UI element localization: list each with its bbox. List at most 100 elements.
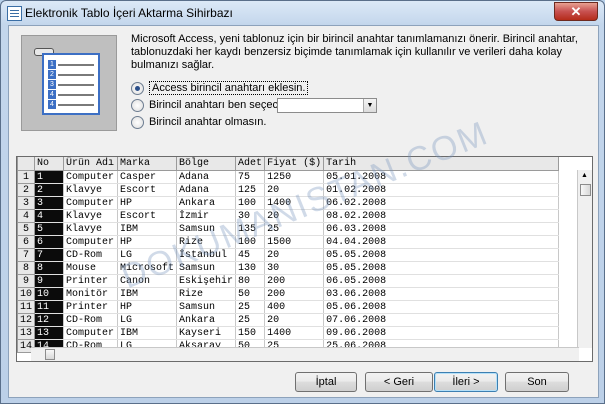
table-cell: CD-Rom — [63, 313, 119, 327]
radio-icon[interactable] — [131, 115, 144, 129]
table-cell: 10 — [34, 287, 65, 301]
table-cell: Ankara — [176, 196, 237, 210]
table-cell: Computer — [63, 326, 119, 340]
table-cell: 150 — [235, 326, 266, 340]
row-header: 5 — [17, 222, 36, 236]
table-cell: Eskişehir — [176, 274, 237, 288]
chevron-down-icon[interactable]: ▼ — [363, 99, 376, 112]
table-cell: 03.06.2008 — [323, 287, 560, 301]
table-row[interactable]: 6 6 Computer HP Rize 100 1500 04.04.2008 — [17, 235, 560, 249]
table-cell: 400 — [264, 300, 325, 314]
column-header[interactable]: Tarih — [323, 157, 560, 171]
row-header: 1 — [17, 170, 36, 184]
scroll-thumb[interactable] — [580, 184, 591, 196]
table-cell: 200 — [264, 274, 325, 288]
scroll-up-icon[interactable]: ▲ — [581, 172, 588, 179]
column-header[interactable]: Marka — [117, 157, 178, 171]
vertical-scrollbar[interactable]: ▲ — [577, 170, 592, 348]
column-header[interactable]: Fiyat ($) — [264, 157, 325, 171]
table-key-illustration: 1 2 3 4 4 — [21, 35, 117, 131]
table-cell: 20 — [264, 248, 325, 262]
table-cell: 100 — [235, 196, 266, 210]
app-icon — [7, 6, 22, 21]
table-cell: 100 — [235, 235, 266, 249]
table-cell: 05.06.2008 — [323, 300, 560, 314]
table-cell: 20 — [264, 209, 325, 223]
table-cell: Rize — [176, 235, 237, 249]
table-cell: 09.06.2008 — [323, 326, 560, 340]
back-button[interactable]: < Geri — [365, 372, 433, 392]
table-cell: 12 — [34, 313, 65, 327]
table-row[interactable]: 10 10 Monitör IBM Rize 50 200 03.06.2008 — [17, 287, 560, 301]
table-cell: HP — [117, 300, 178, 314]
table-row[interactable]: 9 9 Printer Canon Eskişehir 80 200 06.05.2008 — [17, 274, 560, 288]
radio-icon[interactable] — [131, 98, 144, 112]
table-cell: Casper — [117, 170, 178, 184]
table-cell: 05.05.2008 — [323, 248, 560, 262]
table-row[interactable]: 12 12 CD-Rom LG Ankara 25 20 07.06.2008 — [17, 313, 560, 327]
close-button[interactable]: ✕ — [554, 2, 598, 21]
table-row[interactable]: 2 2 Klavye Escort Adana 125 20 01.02.2008 — [17, 183, 560, 197]
radio-checked-icon[interactable] — [131, 81, 144, 95]
table-cell: LG — [117, 313, 178, 327]
wizard-body: 1 2 3 4 4 Microsoft Access, yeni tablonu… — [8, 25, 599, 398]
cancel-button[interactable]: İptal — [295, 372, 357, 392]
table-cell: 06.05.2008 — [323, 274, 560, 288]
table-row[interactable]: 5 5 Klavye IBM Samsun 135 25 06.03.2008 — [17, 222, 560, 236]
table-cell: 9 — [34, 274, 65, 288]
table-cell: Klavye — [63, 209, 119, 223]
table-cell: 5 — [34, 222, 65, 236]
row-header: 12 — [17, 313, 36, 327]
table-cell: 30 — [235, 209, 266, 223]
table-row[interactable]: 13 13 Computer IBM Kayseri 150 1400 09.06.2008 — [17, 326, 560, 340]
table-cell: Kayseri — [176, 326, 237, 340]
table-cell: 25 — [235, 313, 266, 327]
horizontal-scrollbar[interactable] — [31, 347, 579, 361]
wizard-window: Elektronik Tablo İçeri Aktarma Sihirbazı… — [0, 0, 605, 404]
row-header: 7 — [17, 248, 36, 262]
table-cell: İstanbul — [176, 248, 237, 262]
description-text: Microsoft Access, yeni tablonuz için bir… — [131, 33, 578, 71]
key-field-select[interactable]: ▼ — [277, 98, 377, 113]
column-header[interactable]: Adet — [235, 157, 266, 171]
table-cell: 130 — [235, 261, 266, 275]
table-cell: CD-Rom — [63, 248, 119, 262]
table-cell: 1400 — [264, 196, 325, 210]
table-cell: 07.06.2008 — [323, 313, 560, 327]
table-row[interactable]: 11 11 Printer HP Samsun 25 400 05.06.2008 — [17, 300, 560, 314]
table-row[interactable]: 7 7 CD-Rom LG İstanbul 45 20 05.05.2008 — [17, 248, 560, 262]
table-cell: 125 — [235, 183, 266, 197]
scroll-thumb[interactable] — [45, 349, 55, 360]
row-header: 11 — [17, 300, 36, 314]
table-cell: Printer — [63, 274, 119, 288]
table-cell: Microsoft — [117, 261, 178, 275]
finish-button[interactable]: Son — [505, 372, 569, 392]
table-cell: 20 — [264, 183, 325, 197]
table-cell: 200 — [264, 287, 325, 301]
table-cell: Adana — [176, 183, 237, 197]
option-label: Birincil anahtar olmasın. — [149, 116, 267, 128]
column-header[interactable]: No — [34, 157, 65, 171]
column-header[interactable]: Ürün Adı — [63, 157, 119, 171]
table-cell: 1250 — [264, 170, 325, 184]
table-row[interactable]: 1 1 Computer Casper Adana 75 1250 05.01.2008 — [17, 170, 560, 184]
table-cell: 4 — [34, 209, 65, 223]
table-cell: 75 — [235, 170, 266, 184]
table-cell: 8 — [34, 261, 65, 275]
table-cell: Ankara — [176, 313, 237, 327]
column-header[interactable]: Bölge — [176, 157, 237, 171]
data-preview-grid[interactable]: No Ürün Adı Marka Bölge Adet Fiyat ($) T… — [16, 156, 593, 362]
table-cell: Samsun — [176, 222, 237, 236]
table-cell: 45 — [235, 248, 266, 262]
table-row[interactable]: 8 8 Mouse Microsoft Samsun 130 30 05.05.2008 — [17, 261, 560, 275]
next-button[interactable]: İleri > — [434, 372, 498, 392]
table-cell: Canon — [117, 274, 178, 288]
table-cell: Computer — [63, 170, 119, 184]
table-cell: 25 — [235, 300, 266, 314]
option-no-key[interactable]: Birincil anahtar olmasın. — [131, 115, 266, 129]
row-header: 2 — [17, 183, 36, 197]
option-access-key[interactable]: Access birincil anahtarı eklesin. — [131, 81, 309, 95]
table-row[interactable]: 4 4 Klavye Escort İzmir 30 20 08.02.2008 — [17, 209, 560, 223]
table-row[interactable]: 3 3 Computer HP Ankara 100 1400 06.02.2008 — [17, 196, 560, 210]
option-label: Access birincil anahtarı eklesin. — [149, 81, 309, 95]
